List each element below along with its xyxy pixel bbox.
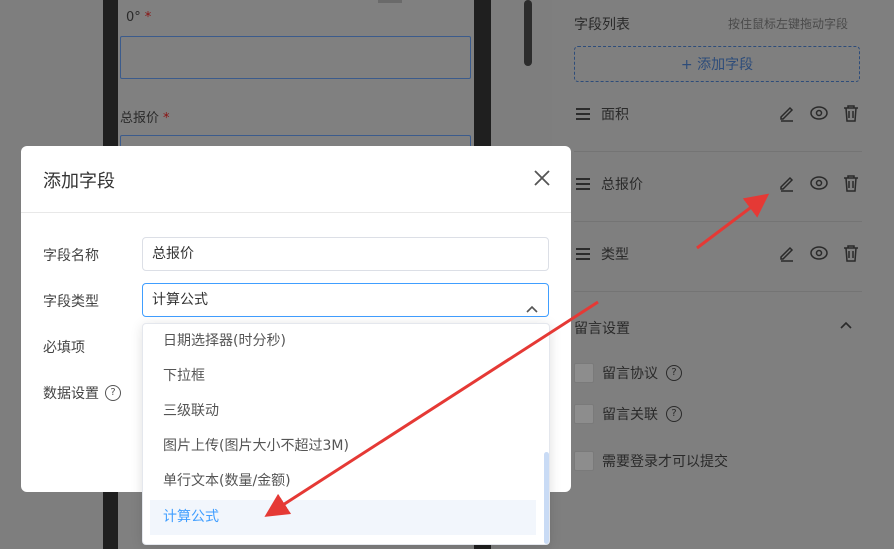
chevron-up-icon[interactable] xyxy=(526,295,538,313)
preview-field-label: 0° * xyxy=(126,10,152,25)
dropdown-option-select[interactable]: 下拉框 xyxy=(150,359,536,394)
drag-handle-icon[interactable] xyxy=(576,108,590,120)
trash-icon[interactable] xyxy=(842,104,860,122)
checkbox[interactable] xyxy=(574,363,594,383)
field-row-label: 面积 xyxy=(601,107,629,123)
question-icon[interactable]: ? xyxy=(666,365,682,381)
preview-scrollbar[interactable] xyxy=(524,0,532,66)
field-row-label: 类型 xyxy=(601,247,629,263)
trash-icon[interactable] xyxy=(842,174,860,192)
checkbox-login-required[interactable]: 需要登录才可以提交 xyxy=(574,451,728,471)
message-settings-title: 留言设置 xyxy=(574,321,630,337)
phone-notch xyxy=(378,0,402,3)
checkbox-label: 留言关联 xyxy=(602,407,658,423)
data-settings-text: 数据设置 xyxy=(43,386,99,402)
checkbox[interactable] xyxy=(574,404,594,424)
field-name-input[interactable]: 总报价 xyxy=(142,237,549,271)
field-type-value: 计算公式 xyxy=(152,292,208,308)
checkbox-message-link[interactable]: 留言关联? xyxy=(574,404,682,424)
eye-icon[interactable] xyxy=(810,244,828,262)
edit-icon[interactable] xyxy=(778,174,796,192)
field-type-dropdown: 日期选择器(时分秒) 下拉框 三级联动 图片上传(图片大小不超过3M) 单行文本… xyxy=(142,323,550,545)
drag-handle-icon[interactable] xyxy=(576,178,590,190)
dropdown-option-image-upload[interactable]: 图片上传(图片大小不超过3M) xyxy=(150,429,536,464)
question-icon[interactable]: ? xyxy=(105,385,121,401)
required-label: 必填项 xyxy=(43,340,85,356)
field-row-label: 总报价 xyxy=(601,177,643,193)
edit-icon[interactable] xyxy=(778,244,796,262)
field-name-label: 字段名称 xyxy=(43,248,99,264)
field-type-select[interactable]: 计算公式 xyxy=(142,283,549,317)
field-list-title: 字段列表 xyxy=(574,17,630,33)
close-icon[interactable] xyxy=(532,168,552,188)
eye-icon[interactable] xyxy=(810,104,828,122)
checkbox[interactable] xyxy=(574,451,594,471)
dropdown-option-number-text[interactable]: 单行文本(数量/金额) xyxy=(150,464,536,499)
add-field-button[interactable]: + 添加字段 xyxy=(574,46,860,82)
dialog-header: 添加字段 xyxy=(21,146,571,213)
question-icon[interactable]: ? xyxy=(666,406,682,422)
preview-field-label: 总报价 * xyxy=(120,111,170,126)
field-row-area[interactable]: 面积 xyxy=(574,82,862,152)
dropdown-scrollbar[interactable] xyxy=(544,452,549,544)
field-row-total-price[interactable]: 总报价 xyxy=(574,152,862,222)
dropdown-option-datetime[interactable]: 日期选择器(时分秒) xyxy=(150,324,536,359)
eye-icon[interactable] xyxy=(810,174,828,192)
checkbox-message-agreement[interactable]: 留言协议? xyxy=(574,363,682,383)
trash-icon[interactable] xyxy=(842,244,860,262)
checkbox-label: 需要登录才可以提交 xyxy=(602,454,728,470)
field-list-hint: 按住鼠标左键拖动字段 xyxy=(728,17,849,31)
field-row-type[interactable]: 类型 xyxy=(574,222,862,292)
preview-input[interactable] xyxy=(120,36,471,79)
chevron-up-icon[interactable] xyxy=(840,320,852,332)
field-type-label: 字段类型 xyxy=(43,294,99,310)
edit-icon[interactable] xyxy=(778,104,796,122)
dropdown-option-cascade[interactable]: 三级联动 xyxy=(150,394,536,429)
drag-handle-icon[interactable] xyxy=(576,248,590,260)
dialog-title: 添加字段 xyxy=(43,171,115,192)
checkbox-label: 留言协议 xyxy=(602,366,658,382)
dropdown-option-formula[interactable]: 计算公式 xyxy=(150,500,536,535)
data-settings-label: 数据设置 ? xyxy=(43,383,121,403)
